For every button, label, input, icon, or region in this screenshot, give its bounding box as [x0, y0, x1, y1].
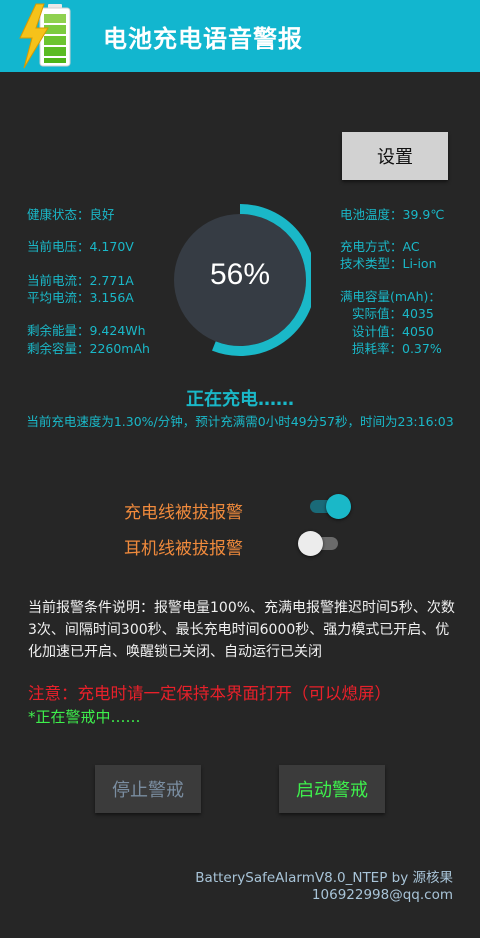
keep-open-notice: 注意：充电时请一定保持本界面打开（可以熄屏）: [28, 684, 391, 703]
actual-capacity: 实际值：4035: [352, 306, 434, 321]
switch-knob: [298, 531, 323, 556]
unplug-charger-alarm-switch[interactable]: [308, 493, 352, 519]
battery-charging-icon: [19, 3, 71, 69]
stop-guard-button[interactable]: 停止警戒: [95, 765, 201, 813]
charging-detail: 当前充电速度为1.30%/分钟，预计充满需0小时49分57秒，时间为23:16:…: [26, 414, 454, 429]
battery-percent: 56%: [209, 258, 271, 291]
settings-button[interactable]: 设置: [342, 132, 448, 180]
current-current: 当前电流：2.771A: [27, 273, 134, 288]
app-title: 电池充电语音警报: [103, 25, 303, 53]
author-email[interactable]: 106922998@qq.com: [312, 887, 453, 903]
remaining-energy: 剩余能量：9.424Wh: [27, 323, 146, 338]
design-capacity: 设计值：4050: [352, 324, 434, 339]
wear-rate: 损耗率：0.37%: [352, 341, 442, 356]
unplug-headphone-alarm-switch[interactable]: [298, 530, 342, 556]
charging-status: 正在充电……: [186, 389, 294, 410]
tech-type: 技术类型：Li-ion: [340, 256, 437, 271]
battery-temperature: 电池温度：39.9℃: [340, 207, 445, 222]
start-guard-button[interactable]: 启动警戒: [279, 765, 385, 813]
full-capacity-label: 满电容量(mAh)：: [340, 289, 441, 304]
remaining-capacity: 剩余容量：2260mAh: [27, 341, 150, 356]
guard-status: *正在警戒中……: [28, 708, 141, 726]
unplug-headphone-alarm-label: 耳机线被拔报警: [124, 539, 243, 559]
app-header: 电池充电语音警报: [0, 0, 480, 72]
charge-type: 充电方式：AC: [340, 239, 420, 254]
current-voltage: 当前电压：4.170V: [27, 239, 134, 254]
app-version: BatterySafeAlarmV8.0_NTEP by 源核果: [195, 870, 453, 886]
unplug-charger-alarm-label: 充电线被拔报警: [124, 503, 243, 523]
health-status: 健康状态：良好: [27, 207, 115, 222]
alarm-condition-description: 当前报警条件说明：报警电量100%、充满电报警推迟时间5秒、次数3次、间隔时间3…: [28, 600, 455, 660]
average-current: 平均电流：3.156A: [27, 290, 134, 305]
switch-knob: [326, 494, 351, 519]
